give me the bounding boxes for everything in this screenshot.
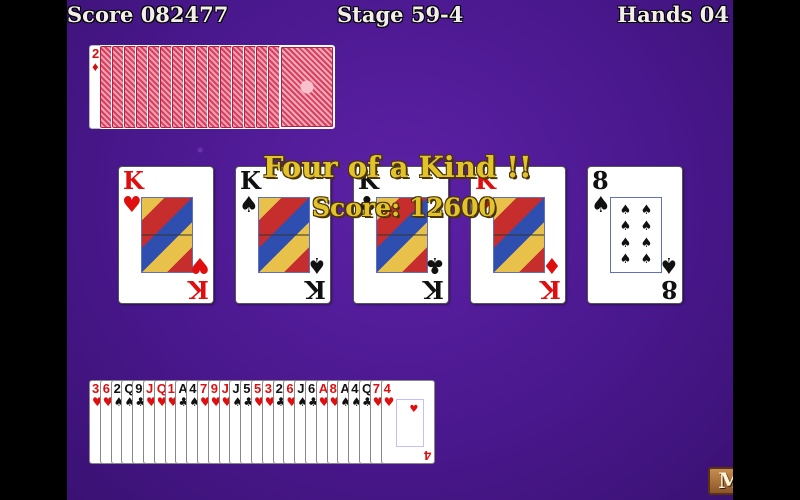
hand-card[interactable]: 8 ♠ ♠ ♠ ♠ ♠ ♠ ♠ ♠ ♠ 8 ♠ — [587, 166, 683, 304]
remaining-card-rank: 5 — [243, 381, 251, 396]
remaining-card-rank: J — [221, 381, 229, 396]
remaining-card-rank: J — [297, 381, 305, 396]
menu-button[interactable]: Menu — [708, 467, 733, 495]
card-rank-bottom: K — [540, 275, 561, 304]
remaining-card-suit: ♥ — [383, 395, 395, 409]
card-suit-bottom: ♠ — [659, 252, 679, 277]
card-rank: K — [123, 166, 144, 195]
card-pips: ♠ ♠ ♠ ♠ ♠ ♠ ♠ ♠ — [610, 197, 662, 273]
card-rank: 8 — [592, 166, 609, 195]
remaining-card-rank: J — [146, 381, 154, 396]
remaining-card-rank: 2 — [275, 381, 283, 396]
card-suit: ♥ — [122, 193, 142, 218]
pip: ♠ — [619, 202, 632, 218]
hand-card[interactable]: K ♦ K ♦ — [470, 166, 566, 304]
game-table: Score 082477 Stage 59-4 Hands 04 2 ♦ K ♥ K… — [67, 0, 733, 500]
card-suit-bottom: ♣ — [425, 252, 445, 277]
pip: ♠ — [640, 202, 653, 218]
remaining-card-rank: 4 — [351, 381, 359, 396]
remaining-card: 4 ♥ ♥ 4 — [380, 380, 435, 464]
pip: ♠ — [619, 252, 632, 268]
remaining-card-rank: 6 — [286, 381, 294, 396]
remaining-card-rank: 9 — [135, 381, 143, 396]
card-suit: ♠ — [591, 193, 611, 218]
pip: ♥ — [409, 404, 419, 415]
remaining-card-rank: 7 — [200, 381, 208, 396]
remaining-card-pips: ♥ — [395, 399, 424, 447]
pip: ♠ — [619, 235, 632, 251]
hand-name-announcement: Four of a Kind !! — [263, 150, 532, 184]
hand-card[interactable]: K ♣ K ♣ — [353, 166, 449, 304]
hand-card[interactable]: K ♠ K ♠ — [235, 166, 331, 304]
hand-score-announcement: Score: 12600 — [312, 193, 496, 222]
remaining-card-rank-bottom: 4 — [424, 448, 432, 463]
card-suit-bottom: ♥ — [190, 252, 210, 277]
king-face-art — [141, 197, 193, 273]
pip: ♠ — [640, 235, 653, 251]
remaining-card-rank: J — [232, 381, 240, 396]
remaining-card-rank: 3 — [92, 381, 100, 396]
card-suit: ♠ — [239, 193, 259, 218]
card-rank: K — [240, 166, 261, 195]
pip: ♠ — [640, 219, 653, 235]
card-rank-bottom: K — [423, 275, 444, 304]
remaining-card-rank: 9 — [210, 381, 219, 396]
king-face-art — [258, 197, 310, 273]
pip: ♠ — [640, 252, 653, 268]
remaining-card-rank: 7 — [372, 381, 381, 396]
hands-display: Hands 04 — [617, 2, 729, 27]
card-rank-bottom: K — [188, 275, 209, 304]
remaining-card-rank: 8 — [329, 381, 337, 396]
stage-display: Stage 59-4 — [337, 2, 464, 27]
king-face-art — [493, 197, 545, 273]
remaining-card-rank: 4 — [383, 381, 391, 396]
remaining-card-rank: 6 — [102, 381, 111, 396]
remaining-card-rank: 3 — [264, 381, 273, 396]
remaining-card-rank: 5 — [254, 381, 262, 396]
card-suit-bottom: ♦ — [542, 252, 562, 277]
pip: ♠ — [619, 219, 632, 235]
card-suit-bottom: ♠ — [307, 252, 327, 277]
remaining-card-rank: 6 — [308, 381, 316, 396]
deck-card-back — [279, 45, 335, 129]
card-rank-bottom: 8 — [661, 275, 678, 304]
remaining-card-rank: 2 — [113, 381, 121, 396]
hand-card[interactable]: K ♥ K ♥ — [118, 166, 214, 304]
card-rank-bottom: K — [305, 275, 326, 304]
remaining-card-rank: 4 — [189, 381, 197, 396]
score-display: Score 082477 — [67, 2, 229, 27]
